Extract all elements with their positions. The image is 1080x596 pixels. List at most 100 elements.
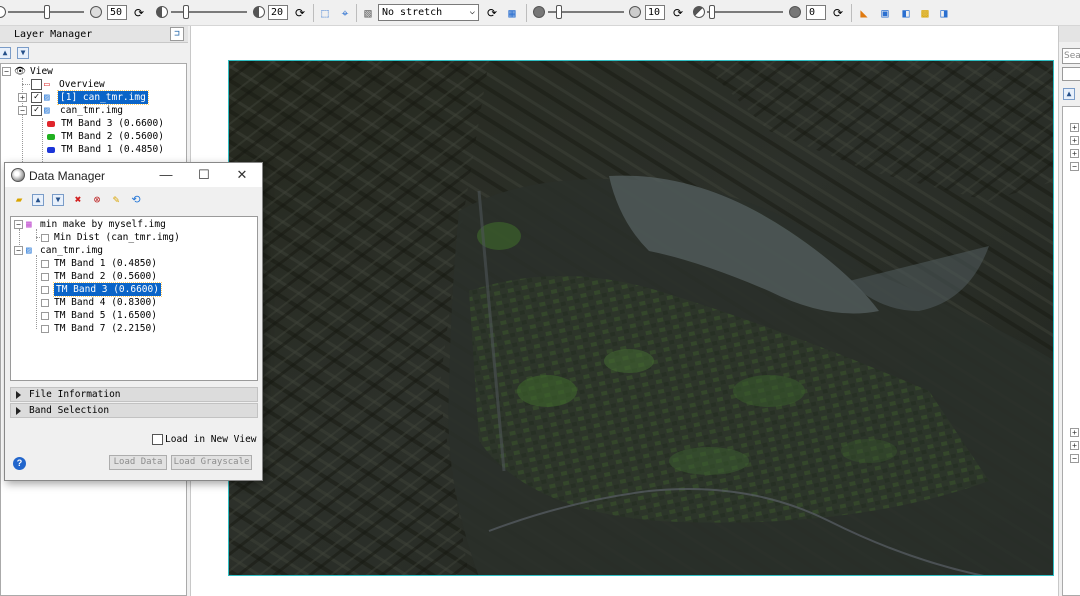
transparency-value[interactable]: 0 — [806, 5, 826, 20]
dialog-titlebar[interactable]: Data Manager — ☐ ✕ — [5, 163, 262, 187]
load-data-button[interactable]: Load Data — [109, 455, 167, 470]
tree-item-band-selected[interactable]: TM Band 3 (0.6600) — [39, 282, 254, 297]
tree-item-band[interactable]: TM Band 1 (0.4850) — [39, 257, 254, 270]
portal-icon[interactable]: ▣ — [877, 5, 893, 21]
collapse-icon[interactable]: − — [18, 106, 27, 115]
close-all-icon[interactable]: ⊗ — [90, 193, 104, 207]
expand-icon[interactable]: + — [18, 93, 27, 102]
move-up-icon[interactable]: ▲ — [32, 194, 44, 206]
band-leaf-icon — [41, 260, 49, 268]
brightness-value[interactable]: 50 — [107, 5, 127, 20]
pin-icon[interactable]: ⊐ — [170, 27, 184, 41]
tree-item-view[interactable]: − 👁 View — [2, 65, 182, 78]
band-selection-section[interactable]: Band Selection — [10, 403, 258, 418]
view-icon: 👁 — [14, 66, 27, 77]
reset-contrast-icon[interactable]: ⟳ — [292, 5, 308, 21]
tree-item-band[interactable]: TM Band 1 (0.4850) — [47, 143, 187, 156]
layer-manager-title: Layer Manager — [14, 29, 93, 40]
pin-icon[interactable]: ✎ — [109, 193, 123, 207]
tree-item-band[interactable]: TM Band 2 (0.5600) — [47, 130, 187, 143]
load-in-new-view-checkbox[interactable] — [152, 434, 163, 445]
tree-item-layer-selected[interactable]: + ✓ ▨ [1] can_tmr.img — [18, 90, 183, 105]
collapse-icon[interactable]: − — [14, 220, 23, 229]
layer-checkbox[interactable]: ✓ — [31, 105, 42, 116]
reset-transparency-icon[interactable]: ⟳ — [830, 5, 846, 21]
collapse-icon[interactable]: − — [2, 67, 11, 76]
tree-item-label: Overview — [59, 79, 105, 90]
reset-sharpen-icon[interactable]: ⟳ — [670, 5, 686, 21]
open-file-icon[interactable]: ▰ — [12, 193, 26, 207]
expand-arrow-icon — [16, 407, 21, 415]
collapse-all-icon[interactable]: ▲ — [1063, 88, 1075, 100]
sharpen-low-icon — [533, 6, 545, 18]
minimize-button[interactable]: — — [151, 166, 181, 184]
close-file-icon[interactable]: ✖ — [71, 193, 85, 207]
toolbox-filter[interactable] — [1062, 67, 1080, 81]
section-label: File Information — [29, 389, 121, 400]
expand-icon[interactable]: + — [1070, 428, 1079, 437]
toolbar-separator — [526, 4, 527, 22]
tree-item-label: View — [30, 66, 53, 77]
stretch-mode-icon[interactable]: ▧ — [360, 5, 376, 21]
tree-item-band[interactable]: TM Band 7 (2.2150) — [39, 322, 254, 335]
view-swipe-icon[interactable]: ◨ — [936, 5, 952, 21]
expand-icon[interactable]: + — [1070, 441, 1079, 450]
tree-item-file[interactable]: − ▨ can_tmr.img — [14, 244, 254, 257]
move-up-icon[interactable]: ▲ — [0, 47, 11, 59]
sharpen-slider-thumb[interactable] — [556, 5, 562, 19]
collapse-icon[interactable]: − — [14, 246, 23, 255]
reset-brightness-icon[interactable]: ⟳ — [131, 5, 147, 21]
contrast-slider-thumb[interactable] — [183, 5, 189, 19]
tree-item-band[interactable]: Min Dist (can_tmr.img) — [39, 231, 254, 244]
sharpen-value[interactable]: 10 — [645, 5, 665, 20]
tree-item-raster[interactable]: − ✓ ▨ can_tmr.img — [18, 104, 183, 117]
close-button[interactable]: ✕ — [227, 166, 257, 184]
transparency-slider[interactable] — [707, 11, 783, 13]
expand-icon[interactable]: + — [1070, 136, 1079, 145]
data-tree: − ▦ min make by myself.img Min Dist (can… — [10, 216, 258, 381]
expand-icon[interactable]: + — [1070, 149, 1079, 158]
tree-item-file[interactable]: − ▦ min make by myself.img — [14, 218, 254, 231]
map-view[interactable] — [190, 26, 1058, 596]
move-down-icon[interactable]: ▼ — [17, 47, 29, 59]
tree-item-label: TM Band 7 (2.2150) — [54, 323, 157, 334]
help-icon[interactable]: ? — [13, 457, 26, 470]
chevron-down-icon: ⌵ — [469, 7, 475, 17]
tree-item-label: Min Dist (can_tmr.img) — [54, 232, 180, 243]
toolbox-search-input[interactable]: Sea — [1062, 48, 1080, 64]
tree-item-label: TM Band 2 (0.5600) — [61, 131, 164, 142]
layer-manager-header: Layer Manager ⊐ — [0, 26, 188, 43]
move-down-icon[interactable]: ▼ — [52, 194, 64, 206]
view-flicker-icon[interactable]: ▩ — [917, 5, 933, 21]
load-grayscale-button[interactable]: Load Grayscale — [171, 455, 252, 470]
brightness-slider-thumb[interactable] — [44, 5, 50, 19]
zoom-extent-icon[interactable]: ⬚ — [317, 5, 333, 21]
crosshair-icon[interactable]: ⌖ — [337, 5, 353, 21]
contrast-value[interactable]: 20 — [268, 5, 288, 20]
toolbar-separator — [313, 4, 314, 22]
transparency-high-icon — [789, 6, 801, 18]
transparency-slider-thumb[interactable] — [709, 5, 715, 19]
maximize-button[interactable]: ☐ — [189, 166, 219, 184]
overview-checkbox[interactable] — [31, 79, 42, 90]
tree-item-band[interactable]: TM Band 5 (1.6500) — [39, 309, 254, 322]
collapse-icon[interactable]: − — [1070, 162, 1079, 171]
tree-item-band[interactable]: TM Band 2 (0.5600) — [39, 270, 254, 283]
display-toolbar: 50 ⟳ 20 ⟳ ⬚ ⌖ ▧ No stretch ⌵ ⟳ ▦ 10 ⟳ 0 … — [0, 0, 1080, 26]
measure-icon[interactable]: ◣ — [856, 5, 872, 21]
file-information-section[interactable]: File Information — [10, 387, 258, 402]
layer-checkbox[interactable]: ✓ — [31, 92, 42, 103]
collapse-icon[interactable]: − — [1070, 454, 1079, 463]
tree-item-band[interactable]: TM Band 4 (0.8300) — [39, 296, 254, 309]
refresh-icon[interactable]: ⟲ — [129, 193, 143, 207]
tree-item-overview[interactable]: ▭ Overview — [31, 78, 181, 91]
view-blend-icon[interactable]: ◧ — [898, 5, 914, 21]
expand-icon[interactable]: + — [1070, 123, 1079, 132]
transparency-low-icon — [693, 6, 705, 18]
brightness-high-icon — [90, 6, 102, 18]
reset-stretch-icon[interactable]: ⟳ — [484, 5, 500, 21]
tree-item-band[interactable]: TM Band 3 (0.6600) — [47, 117, 187, 130]
raster-image[interactable] — [228, 60, 1054, 576]
histogram-icon[interactable]: ▦ — [504, 5, 520, 21]
stretch-select[interactable]: No stretch ⌵ — [378, 4, 479, 21]
